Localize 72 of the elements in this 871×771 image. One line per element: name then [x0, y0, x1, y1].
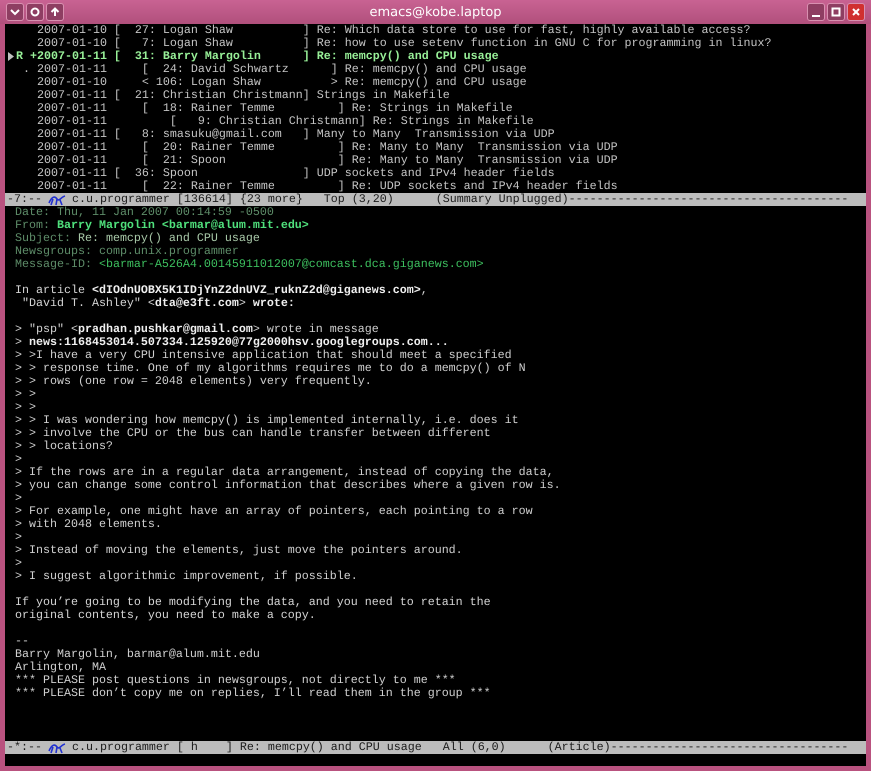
- window-title: emacs@kobe.laptop: [368, 4, 503, 20]
- signature-line: Arlington, MA: [15, 661, 107, 674]
- summary-line[interactable]: 2007-01-11 [ 18: Rainer Temme ] Re: Strings in Makefile: [8, 102, 866, 115]
- body-line: >: [15, 492, 23, 505]
- summary-line[interactable]: 2007-01-11 [ 36: Spoon ] UDP sockets and IPv4 header fields: [8, 167, 866, 180]
- body-line: > > rows (one row = 2048 elements) very frequently.: [15, 375, 373, 388]
- circle-icon: [30, 7, 40, 17]
- header-value: Re: memcpy() and CPU usage: [78, 232, 260, 245]
- body-line: > >I have a very CPU intensive application that should meet a specified: [15, 349, 513, 362]
- body-line: In article <dIOdnUOBX5K1IDjYnZ2dnUVZ_ruknZ2d@giganews.com>,: [15, 284, 429, 297]
- body-line: >: [15, 531, 23, 544]
- header-value: <barmar-A526A4.00145911012007@comcast.dca.giganews.com>: [98, 258, 484, 271]
- arrow-icon: [8, 52, 14, 61]
- body-line: "David T. Ashley" <dta@e3ft.com> wrote:: [20, 297, 296, 310]
- body-line: > >: [15, 401, 37, 414]
- mode-line-text: c.u.programmer [136614] {23 more} Top (3,20) (Summary Unplugged)----------------------------------------: [72, 193, 848, 206]
- summary-line[interactable]: 2007-01-10 [ 7: Logan Shaw ] Re: how to use setenv function in GNU C for programming in linux?: [8, 37, 866, 50]
- body-line: > you can change some control information that describes where a given row is.: [15, 479, 562, 492]
- body-line: If you’re going to be modifying the data, and you need to retain the: [15, 596, 492, 609]
- summary-line[interactable]: 2007-01-11 [ 21: Christian Christmann] Strings in Makefile: [8, 89, 866, 102]
- arrow-up-icon: [50, 7, 60, 17]
- mode-line-text: c.u.programmer [ h ] Re: memcpy() and CPU usage All (6,0) (Article)----------------------------------: [72, 741, 848, 754]
- minimize-button[interactable]: [807, 3, 825, 21]
- minimize-icon: [812, 15, 820, 17]
- body-line: > I suggest algorithmic improvement, if possible.: [15, 570, 359, 583]
- body-line: >: [15, 453, 23, 466]
- header-label: From:: [15, 219, 50, 232]
- signature-line: Barry Margolin, barmar@alum.mit.edu: [15, 648, 261, 661]
- summary-line[interactable]: 2007-01-11 [ 8: smasuku@gmail.com ] Many to Many Transmission via UDP: [8, 128, 866, 141]
- summary-line[interactable]: R +2007-01-11 [ 31: Barry Margolin ] Re: memcpy() and CPU usage: [8, 50, 866, 63]
- chevron-down-icon: [10, 8, 20, 16]
- header-value: Thu, 11 Jan 2007 00:14:59 -0500: [56, 206, 274, 219]
- header-value: comp.unix.programmer: [98, 245, 239, 258]
- summary-line[interactable]: 2007-01-11 [ 22: Rainer Temme ] Re: UDP sockets and IPv4 header fields: [8, 180, 866, 193]
- close-button[interactable]: [847, 3, 865, 21]
- header-label: Subject:: [15, 232, 71, 245]
- signature-line: *** PLEASE post questions in newsgroups, not directly to me ***: [15, 674, 457, 687]
- header-value: Barry Margolin <barmar@alum.mit.edu>: [56, 219, 309, 232]
- maximize-button[interactable]: [827, 3, 845, 21]
- body-line: > Instead of moving the elements, just move the pointers around.: [15, 544, 464, 557]
- summary-line[interactable]: 2007-01-10 [ 27: Logan Shaw ] Re: Which data store to use for fast, highly available access?: [8, 24, 866, 37]
- shade-button[interactable]: [26, 3, 44, 21]
- body-line: > > I was wondering how memcpy() is implemented internally, i.e. does it: [15, 414, 520, 427]
- body-line: > with 2048 elements.: [15, 518, 163, 531]
- body-line: > "psp" <pradhan.pushkar@gmail.com> wrote in message: [15, 323, 380, 336]
- body-line: > news:1168453014.507334.125920@77g2000hsv.googlegroups.com...: [15, 336, 450, 349]
- mode-line-flags: -7:--: [7, 193, 42, 206]
- signature-line: *** PLEASE don’t copy me on replies, I’ll read them in the group ***: [15, 687, 492, 700]
- summary-line[interactable]: 2007-01-11 [ 20: Rainer Temme ] Re: Many to Many Transmission via UDP: [8, 141, 866, 154]
- logo-icon: [48, 742, 66, 754]
- body-line: > If the rows are in a regular data arrangement, instead of copying the data,: [15, 466, 555, 479]
- summary-line[interactable]: 2007-01-11 [ 21: Spoon ] Re: Many to Many Transmission via UDP: [8, 154, 866, 167]
- mode-line-flags: -*:--: [7, 741, 42, 754]
- menu-button[interactable]: [6, 3, 24, 21]
- body-line: original contents, you need to make a copy.: [15, 609, 317, 622]
- summary-line[interactable]: . 2007-01-11 [ 24: David Schwartz ] Re: memcpy() and CPU usage: [8, 63, 866, 76]
- header-label: Message-ID:: [15, 258, 92, 271]
- body-line: > > locations?: [15, 440, 114, 453]
- logo-icon: [48, 194, 66, 206]
- body-line: > > response time. One of my algorithms requires me to do a memcpy() of N: [15, 362, 527, 375]
- body-line: > For example, one might have an array of pointers, each pointing to a row: [15, 505, 534, 518]
- signature-line: --: [15, 635, 30, 648]
- body-line: >: [15, 557, 23, 570]
- maximize-icon: [831, 7, 841, 17]
- header-label: Newsgroups:: [15, 245, 92, 258]
- close-icon: [851, 7, 861, 17]
- body-line: > >: [15, 388, 37, 401]
- header-label: Date:: [15, 206, 50, 219]
- body-line: > > involve the CPU or the bus can handle transfer between different: [15, 427, 492, 440]
- raise-button[interactable]: [46, 3, 64, 21]
- summary-line[interactable]: 2007-01-10 < 106: Logan Shaw > Re: memcpy() and CPU usage: [8, 76, 866, 89]
- summary-line[interactable]: 2007-01-11 [ 9: Christian Christmann] Re: Strings in Makefile: [8, 115, 866, 128]
